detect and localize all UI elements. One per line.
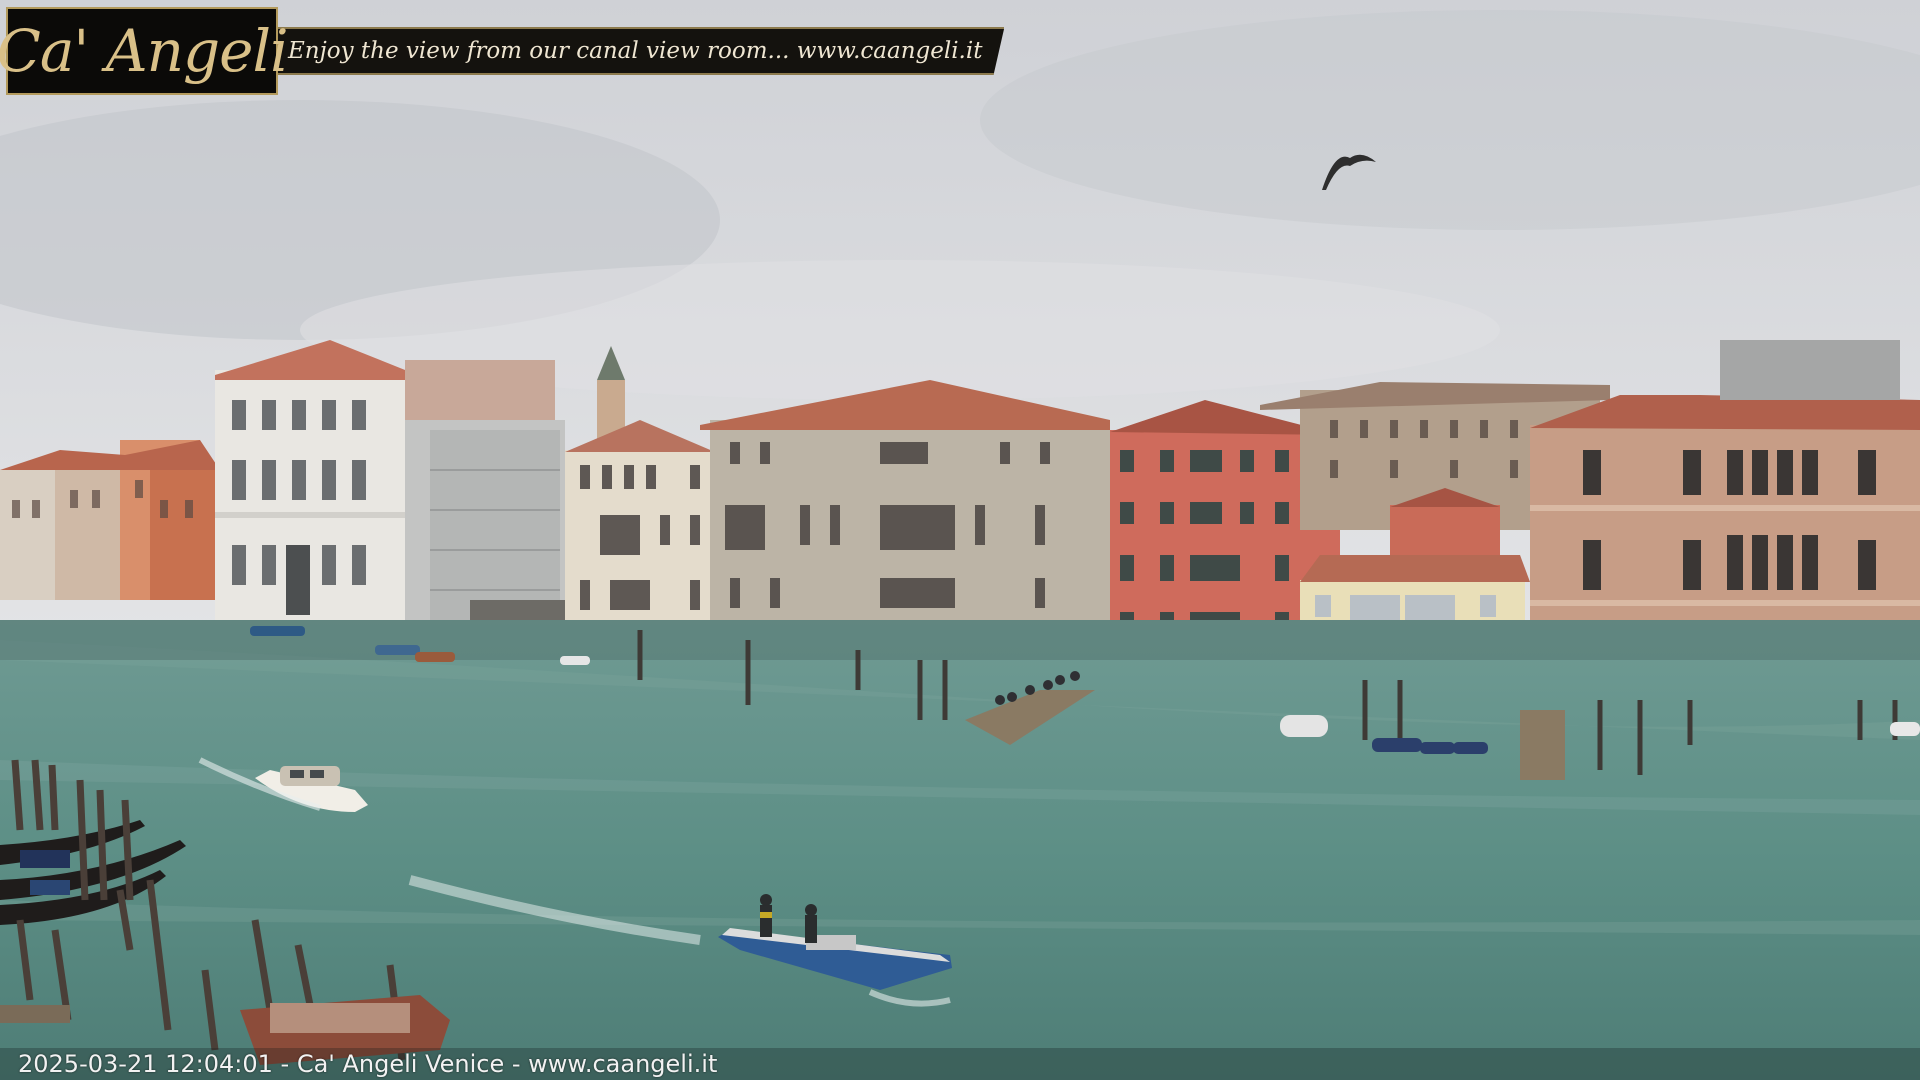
tagline-banner: Enjoy the view from our canal view room.… [274,27,1005,75]
logo-text: Ca' Angeli [0,17,289,85]
webcam-frame: Ca' Angeli Enjoy the view from our canal… [0,0,1920,1080]
timestamp: 2025-03-21 12:04:01 - Ca' Angeli Venice … [18,1050,718,1078]
far-left-buildings [0,440,220,600]
tagline: Enjoy the view from our canal view room.… [288,38,983,64]
logo: Ca' Angeli [0,7,289,95]
scaffolding [405,420,565,630]
banner: Ca' Angeli Enjoy the view from our canal… [0,6,1005,96]
canal-scene [0,0,1920,1080]
timestamp-bar: 2025-03-21 12:04:01 - Ca' Angeli Venice … [0,1048,1920,1080]
